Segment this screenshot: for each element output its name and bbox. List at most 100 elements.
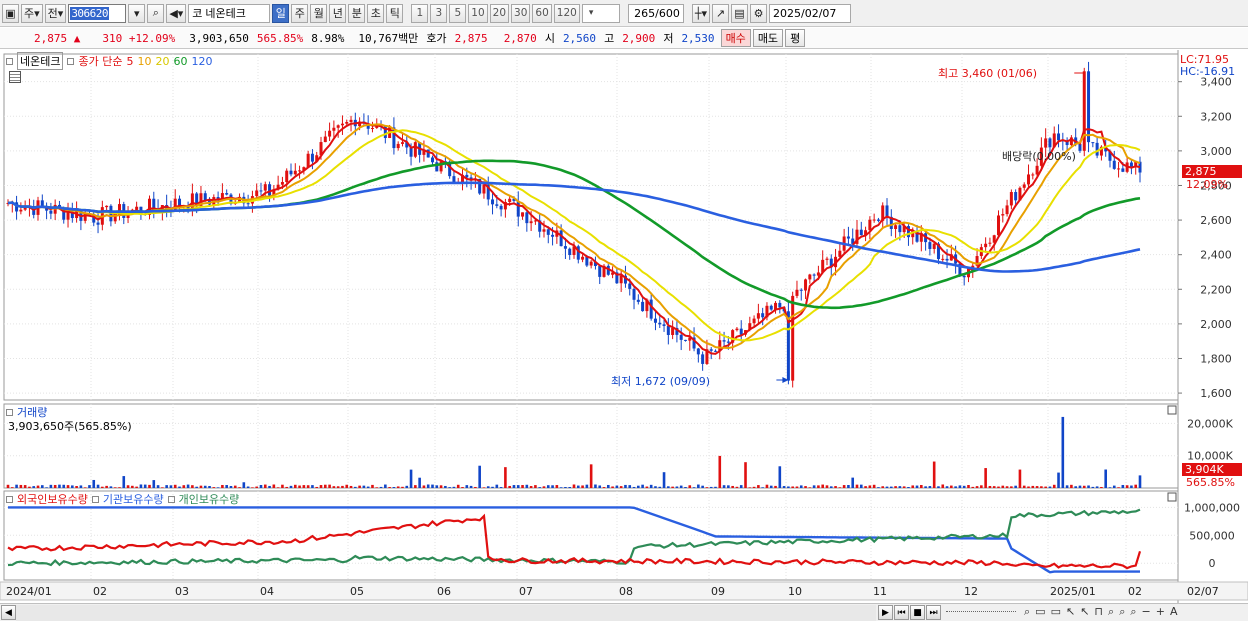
interval-120[interactable]: 120 xyxy=(553,3,580,23)
price-tick-label: 2,600 xyxy=(1200,214,1232,227)
period-tab-week[interactable]: 주 xyxy=(291,3,309,23)
interval-3[interactable]: 3 xyxy=(430,3,448,23)
volume-bar xyxy=(641,484,644,488)
volume-bar xyxy=(967,485,970,488)
scroll-left-icon[interactable]: ◀ xyxy=(1,605,16,620)
panel-close-icon xyxy=(1167,492,1177,502)
legend-ma-10: 10 xyxy=(137,54,152,68)
volume-bar xyxy=(675,486,679,488)
interval-30[interactable]: 30 xyxy=(511,3,531,23)
scroll-track[interactable] xyxy=(16,605,876,621)
volume-bar xyxy=(452,486,456,488)
prev-button[interactable]: 전 ▾ xyxy=(44,3,67,23)
candle-body xyxy=(778,302,782,308)
volume-bar xyxy=(45,487,48,488)
period-tab-day[interactable]: 일 xyxy=(272,3,290,23)
volume-bar xyxy=(105,485,108,488)
stock-name-box[interactable]: 코 네온테크 xyxy=(188,3,271,23)
volume-bar xyxy=(662,472,666,488)
candle-body xyxy=(482,184,486,194)
chart-canvas[interactable]: 3,4003,2003,0002,8002,6002,4002,2002,000… xyxy=(0,50,1248,603)
volume-bar xyxy=(229,486,233,488)
font-size-icon[interactable]: A xyxy=(1170,605,1178,619)
buy-button[interactable]: 매수 xyxy=(720,29,751,47)
interval-60[interactable]: 60 xyxy=(532,3,552,23)
volume-bar xyxy=(958,485,962,488)
candle-body xyxy=(521,212,525,217)
period-tab-tick[interactable]: 틱 xyxy=(386,3,404,23)
volume-bar xyxy=(1014,485,1017,488)
sell-button[interactable]: 매도 xyxy=(752,29,784,47)
zoom-in-icon[interactable]: + xyxy=(1156,605,1165,619)
draw-tool-icon[interactable]: ↗ xyxy=(712,3,729,23)
volume-bar xyxy=(135,486,138,488)
box-icon[interactable]: ▭ xyxy=(1051,605,1061,619)
zoom-slider[interactable] xyxy=(946,611,1016,614)
period-tab-year[interactable]: 년 xyxy=(329,3,347,23)
interval-custom-select[interactable] xyxy=(581,3,620,23)
zoom-icon[interactable]: ⌕ xyxy=(1108,605,1114,619)
candle-body xyxy=(859,229,863,236)
code-dropdown-icon[interactable]: ▾ xyxy=(128,3,146,23)
period-select[interactable]: 주 ▾ xyxy=(21,3,43,23)
volume-bar xyxy=(855,484,859,488)
period-tab-second[interactable]: 초 xyxy=(367,3,385,23)
candle-body xyxy=(649,299,653,319)
search-icon[interactable]: ⌕ xyxy=(147,3,165,23)
volume-bar xyxy=(156,485,160,488)
interval-1[interactable]: 1 xyxy=(411,3,429,23)
candle-body xyxy=(756,313,760,319)
volume-bar xyxy=(778,466,782,488)
volume-bar xyxy=(851,477,855,488)
candle-body xyxy=(431,157,434,163)
interval-20[interactable]: 20 xyxy=(489,3,510,23)
lock-icon[interactable]: ⊓ xyxy=(1094,605,1103,619)
volume-bar xyxy=(1018,469,1022,488)
volume-bar xyxy=(336,486,340,488)
zoom-out-icon[interactable]: − xyxy=(1142,605,1151,619)
x-axis-label: 07 xyxy=(519,585,533,598)
candle-body xyxy=(1001,214,1005,216)
cursor-icon[interactable]: ↖ xyxy=(1080,605,1089,619)
x-axis-label: 2024/01 xyxy=(6,585,52,598)
volume-bar xyxy=(739,485,743,488)
window-icon[interactable]: ▣ xyxy=(2,3,19,23)
volume-bar xyxy=(285,486,289,488)
date-input[interactable]: 2025/02/07 xyxy=(769,3,851,23)
interval-10[interactable]: 10 xyxy=(468,3,488,23)
scroll-right-icon[interactable]: ▶ xyxy=(878,605,893,620)
scroll-first-icon[interactable]: ⏮ xyxy=(894,605,909,620)
main-toolbar: ▣ 주 ▾ 전 ▾ 306620 ▾ ⌕ ◀▾ 코 네온테크 일 주 월 년 분 초… xyxy=(0,0,1248,27)
candle-style-icon[interactable]: ┼▾ xyxy=(691,3,710,23)
candle-body xyxy=(1078,143,1082,151)
zoom-icon[interactable]: ⌕ xyxy=(1119,605,1125,619)
speaker-icon[interactable]: ◀▾ xyxy=(166,3,187,23)
cursor-icon[interactable]: ↖ xyxy=(1066,605,1075,619)
table-icon[interactable] xyxy=(9,71,21,83)
interval-5[interactable]: 5 xyxy=(449,3,467,23)
candle-body xyxy=(701,354,705,364)
zoom-icon[interactable]: ⌕ xyxy=(1130,605,1136,619)
range-count-input[interactable]: 265/600 xyxy=(627,3,684,23)
candle-body xyxy=(396,143,400,149)
save-icon[interactable]: ▤ xyxy=(731,3,748,23)
scroll-last-icon[interactable]: ⏭ xyxy=(926,605,941,620)
chart-area[interactable]: 3,400 3,200 3,000 2,800 2,600 2,400 2,200 2,000… xyxy=(0,50,1248,603)
volume-bar xyxy=(212,487,216,488)
legend-stock-name: 네온테크 xyxy=(17,52,64,70)
volume-bar xyxy=(1108,487,1112,488)
scroll-stop-icon[interactable]: ■ xyxy=(910,605,925,620)
settings-gear-icon[interactable]: ⚙ xyxy=(750,3,767,23)
volume-bar xyxy=(838,487,842,488)
period-tab-month[interactable]: 월 xyxy=(310,3,328,23)
zoom-icon[interactable]: ⌕ xyxy=(1024,605,1030,619)
stock-code-input[interactable]: 306620 xyxy=(68,3,127,23)
candle-body xyxy=(632,288,636,300)
volume-bar xyxy=(392,487,396,488)
box-icon[interactable]: ▭ xyxy=(1035,605,1045,619)
candle-body xyxy=(370,127,374,129)
bottom-scrollbar[interactable]: ◀ ▶ ⏮ ■ ⏭ ⌕ ▭ ▭ ↖ ↖ ⊓ ⌕ ⌕ ⌕ − + A xyxy=(0,603,1248,621)
eval-button[interactable]: 평 xyxy=(785,29,806,47)
period-tab-minute[interactable]: 분 xyxy=(348,3,366,23)
x-axis-label: 02/07 xyxy=(1187,585,1219,598)
